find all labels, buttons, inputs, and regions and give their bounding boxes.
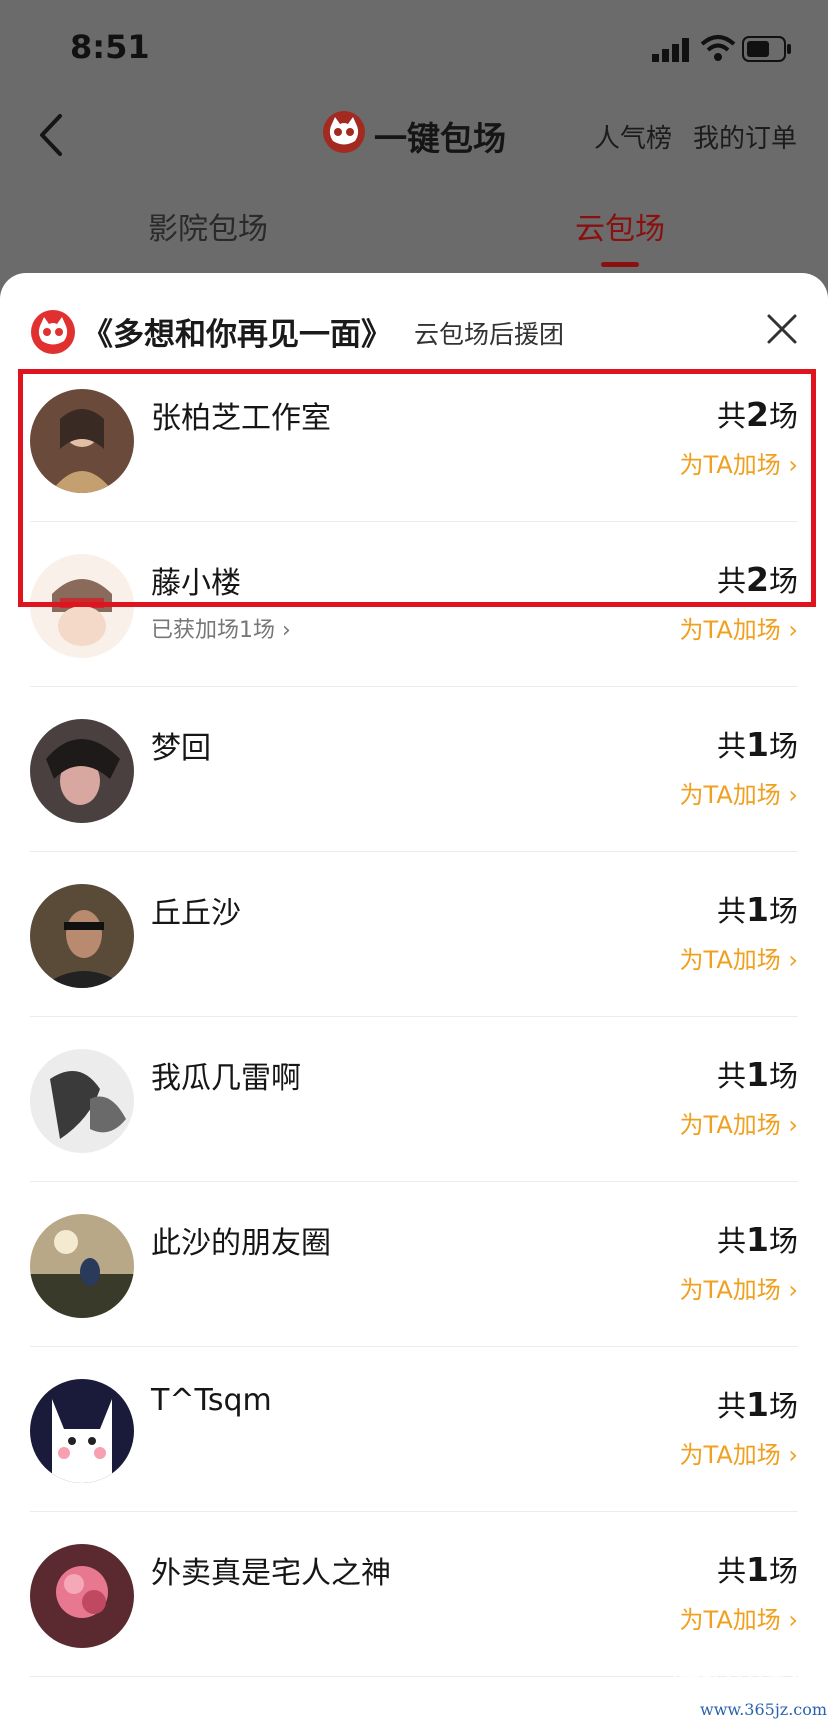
supporter-name: 藤小楼 bbox=[151, 566, 241, 601]
supporter-name: 丘丘沙 bbox=[151, 896, 241, 931]
avatar bbox=[30, 1214, 134, 1318]
popularity-ranking-link[interactable]: 人气榜 bbox=[594, 118, 672, 155]
booking-count: 共1场 bbox=[717, 890, 798, 929]
tab-cloud-booking[interactable]: 云包场 bbox=[575, 204, 665, 248]
tab-bar: 影院包场 云包场 bbox=[0, 190, 828, 270]
page-title: 一键包场 bbox=[374, 119, 506, 158]
booking-count: 共2场 bbox=[717, 560, 798, 599]
avatar bbox=[30, 884, 134, 988]
add-booking-link[interactable]: 为TA加场 › bbox=[680, 1270, 798, 1305]
add-booking-link[interactable]: 为TA加场 › bbox=[680, 775, 798, 810]
list-item[interactable]: 此沙的朋友圈 共1场 为TA加场 › bbox=[0, 1182, 828, 1347]
list-item[interactable]: 梦回 共1场 为TA加场 › bbox=[0, 687, 828, 852]
list-item[interactable]: 丘丘沙 共1场 为TA加场 › bbox=[0, 852, 828, 1017]
status-time: 8:51 bbox=[70, 28, 150, 66]
add-booking-link[interactable]: 为TA加场 › bbox=[680, 940, 798, 975]
booking-count: 共1场 bbox=[717, 1550, 798, 1589]
avatar bbox=[30, 1049, 134, 1153]
list-item[interactable]: 张柏芝工作室 共2场 为TA加场 › bbox=[0, 357, 828, 522]
cat-logo-icon bbox=[31, 310, 75, 354]
avatar bbox=[30, 1379, 134, 1483]
add-booking-link[interactable]: 为TA加场 › bbox=[680, 1105, 798, 1140]
sheet-header: 《多想和你再见一面》 云包场后援团 bbox=[0, 273, 828, 357]
booking-count: 共1场 bbox=[717, 1220, 798, 1259]
supporter-name: 此沙的朋友圈 bbox=[151, 1226, 331, 1261]
tab-cinema-booking[interactable]: 影院包场 bbox=[148, 204, 268, 248]
list-item[interactable]: 外卖真是宅人之神 共1场 为TA加场 › bbox=[0, 1512, 828, 1677]
avatar bbox=[30, 1544, 134, 1648]
supporters-sheet: 《多想和你再见一面》 云包场后援团 张柏芝工作室 共2场 为TA加场 › 藤小楼… bbox=[0, 273, 828, 1727]
booking-count: 共2场 bbox=[717, 395, 798, 434]
my-orders-link[interactable]: 我的订单 bbox=[693, 118, 797, 155]
cat-logo-icon bbox=[323, 111, 365, 153]
avatar bbox=[30, 719, 134, 823]
booking-count: 共1场 bbox=[717, 725, 798, 764]
add-booking-link[interactable]: 为TA加场 › bbox=[680, 445, 798, 480]
list-item[interactable]: 藤小楼 已获加场1场 › 共2场 为TA加场 › bbox=[0, 522, 828, 687]
supporter-name: 我瓜几雷啊 bbox=[151, 1061, 301, 1096]
avatar bbox=[30, 554, 134, 658]
battery-icon bbox=[742, 36, 791, 62]
sheet-title: 《多想和你再见一面》 bbox=[82, 317, 392, 353]
watermark-text: 娱说电影 bbox=[670, 1663, 799, 1701]
booking-count: 共1场 bbox=[717, 1385, 798, 1424]
sheet-subtitle: 云包场后援团 bbox=[414, 320, 565, 349]
avatar bbox=[30, 389, 134, 493]
back-arrow-icon[interactable] bbox=[34, 110, 68, 160]
supporter-name: 张柏芝工作室 bbox=[151, 401, 331, 436]
supporter-name: 外卖真是宅人之神 bbox=[151, 1556, 391, 1591]
add-booking-link[interactable]: 为TA加场 › bbox=[680, 1435, 798, 1470]
close-icon[interactable] bbox=[766, 313, 798, 345]
add-booking-link[interactable]: 为TA加场 › bbox=[680, 610, 798, 645]
wifi-icon bbox=[700, 35, 736, 61]
list-item[interactable]: 我瓜几雷啊 共1场 为TA加场 › bbox=[0, 1017, 828, 1182]
status-bar: 8:51 bbox=[0, 0, 828, 100]
list-item[interactable]: T^Tsqm 共1场 为TA加场 › bbox=[0, 1347, 828, 1512]
supporter-name: 梦回 bbox=[151, 731, 211, 766]
nav-bar: 一键包场 人气榜 我的订单 bbox=[0, 100, 828, 190]
active-tab-indicator bbox=[601, 262, 639, 267]
cellular-signal-icon bbox=[652, 38, 689, 62]
extra-booking-status[interactable]: 已获加场1场 › bbox=[151, 612, 291, 644]
supporter-list: 张柏芝工作室 共2场 为TA加场 › 藤小楼 已获加场1场 › 共2场 为TA加… bbox=[0, 357, 828, 1677]
add-booking-link[interactable]: 为TA加场 › bbox=[680, 1600, 798, 1635]
booking-count: 共1场 bbox=[717, 1055, 798, 1094]
watermark-url: www.365jz.com bbox=[700, 1700, 828, 1719]
supporter-name: T^Tsqm bbox=[151, 1383, 272, 1418]
